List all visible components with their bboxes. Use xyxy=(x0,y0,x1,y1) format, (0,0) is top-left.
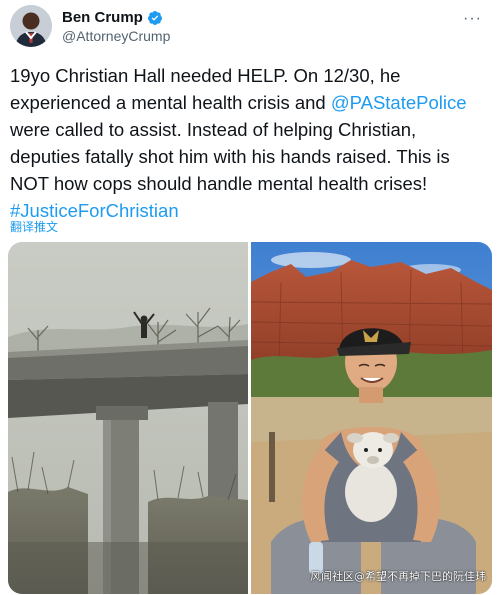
author-handle[interactable]: @AttorneyCrump xyxy=(62,28,170,44)
mention-link[interactable]: @PAStatePolice xyxy=(331,92,467,113)
tweet-media: 风闻社区@希望不再掉下巴的阮佳玮 xyxy=(8,242,492,594)
more-options-icon[interactable]: ··· xyxy=(463,11,482,27)
author-avatar[interactable] xyxy=(10,5,52,47)
watermark-text: 风闻社区@希望不再掉下巴的阮佳玮 xyxy=(310,570,486,583)
author-name[interactable]: Ben Crump xyxy=(62,9,143,26)
media-image-portrait[interactable]: 风闻社区@希望不再掉下巴的阮佳玮 xyxy=(251,242,492,594)
media-image-bridge[interactable] xyxy=(8,242,248,594)
translate-tweet-link[interactable]: 翻译推文 xyxy=(10,218,58,235)
christian-hall-photo-icon xyxy=(251,242,492,594)
tweet-text-part2: were called to assist. Instead of helpin… xyxy=(10,119,450,194)
author-name-row: Ben Crump xyxy=(62,9,163,26)
avatar-photo-icon xyxy=(10,5,52,47)
tweet-text: 19yo Christian Hall needed HELP. On 12/3… xyxy=(10,62,490,224)
verified-badge-icon xyxy=(147,10,163,26)
bridge-photo-icon xyxy=(8,242,248,594)
tweet-card: Ben Crump @AttorneyCrump ··· 19yo Christ… xyxy=(0,0,500,595)
